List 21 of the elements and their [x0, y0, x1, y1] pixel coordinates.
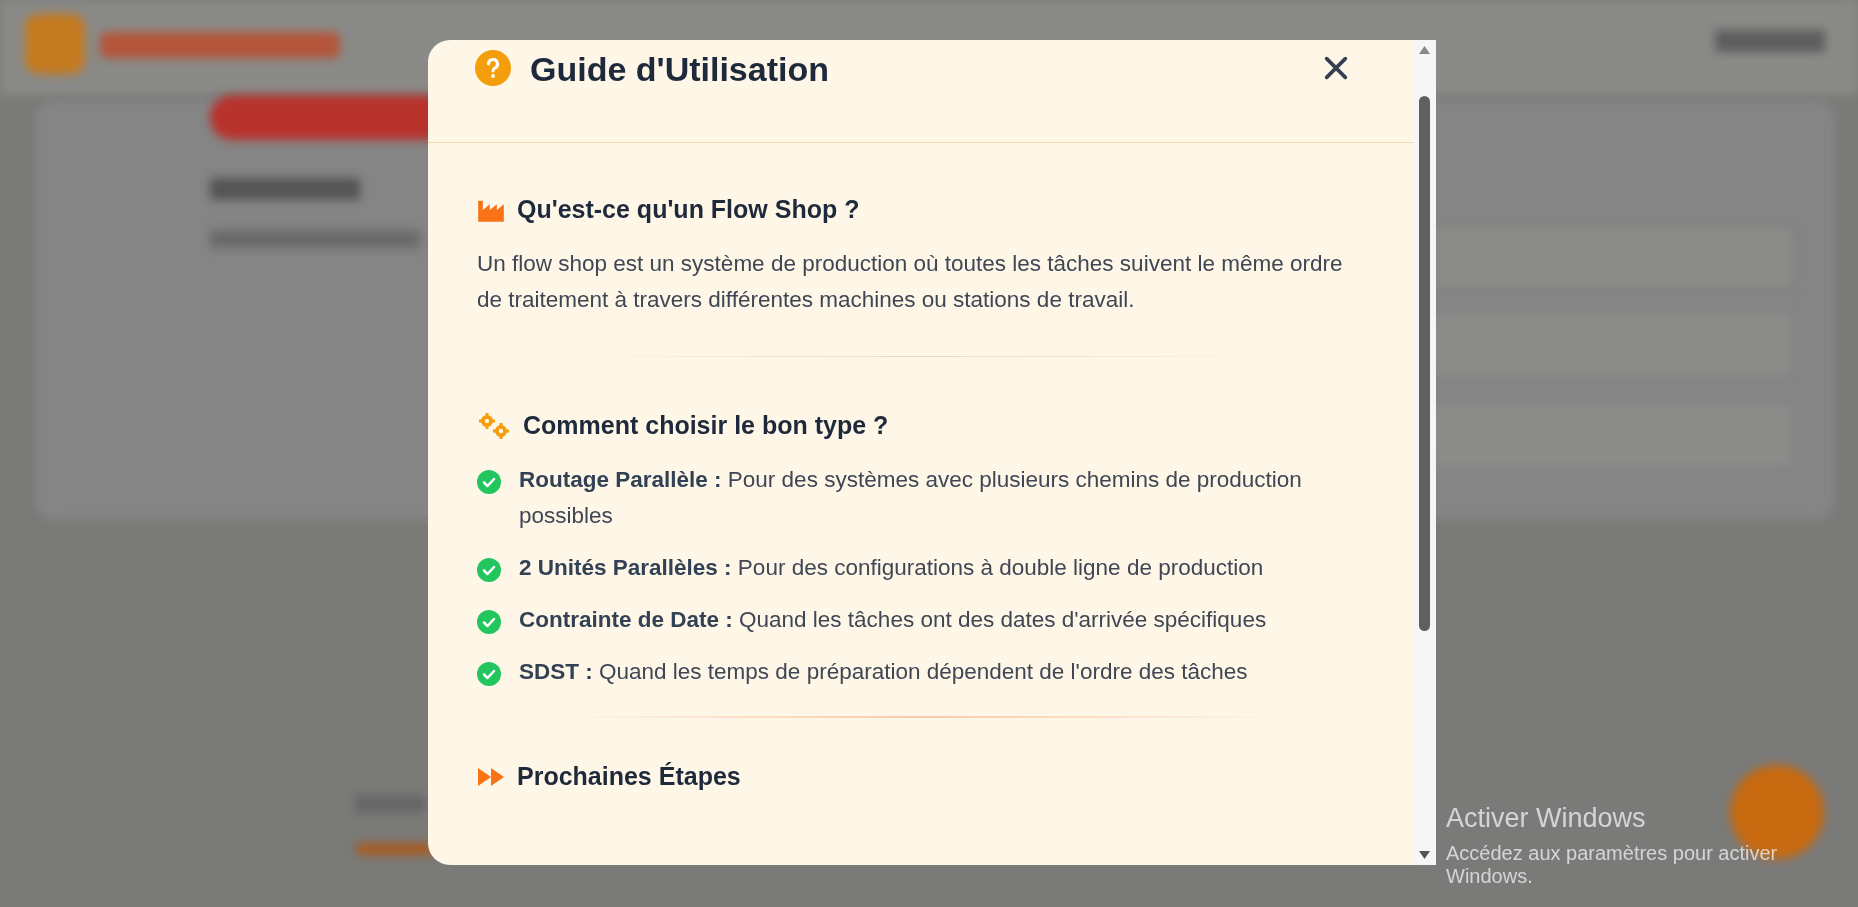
scroll-down-icon[interactable]	[1419, 851, 1430, 859]
list-item-text: Routage Parallèle : Pour des systèmes avec plusieurs chemins de production possibles	[519, 466, 1303, 530]
dialog-title: Guide d'Utilisation	[530, 50, 830, 89]
fast-forward-icon	[477, 766, 505, 787]
scrollbar[interactable]	[1414, 40, 1436, 865]
list-item-text: SDST : Quand les temps de préparation dépendent de l'ordre des tâches	[519, 658, 1249, 686]
help-icon	[475, 50, 511, 86]
check-icon	[477, 662, 501, 686]
scroll-up-icon[interactable]	[1419, 46, 1430, 54]
check-icon	[477, 610, 501, 634]
activation-text: Accédez aux paramètres pour activer Windows.	[1446, 842, 1779, 888]
section-heading: Comment choisir le bon type ?	[523, 411, 889, 440]
activation-title: Activer Windows	[1446, 803, 1647, 834]
gears-icon	[477, 411, 511, 440]
check-icon	[477, 470, 501, 494]
section-text: Un flow shop est un système de production où toutes les tâches suivent le même ordre de traitement à travers différentes machines ou stations de travail.	[477, 250, 1344, 314]
section-heading: Prochaines Étapes	[517, 762, 741, 791]
check-icon	[477, 558, 501, 582]
list-item-text: Contrainte de Date : Quand les tâches ont des dates d'arrivée spécifiques	[519, 606, 1268, 634]
list-item-text: 2 Unités Parallèles : Pour des configurations à double ligne de production	[519, 554, 1265, 582]
section-heading: Qu'est-ce qu'un Flow Shop ?	[517, 195, 860, 224]
